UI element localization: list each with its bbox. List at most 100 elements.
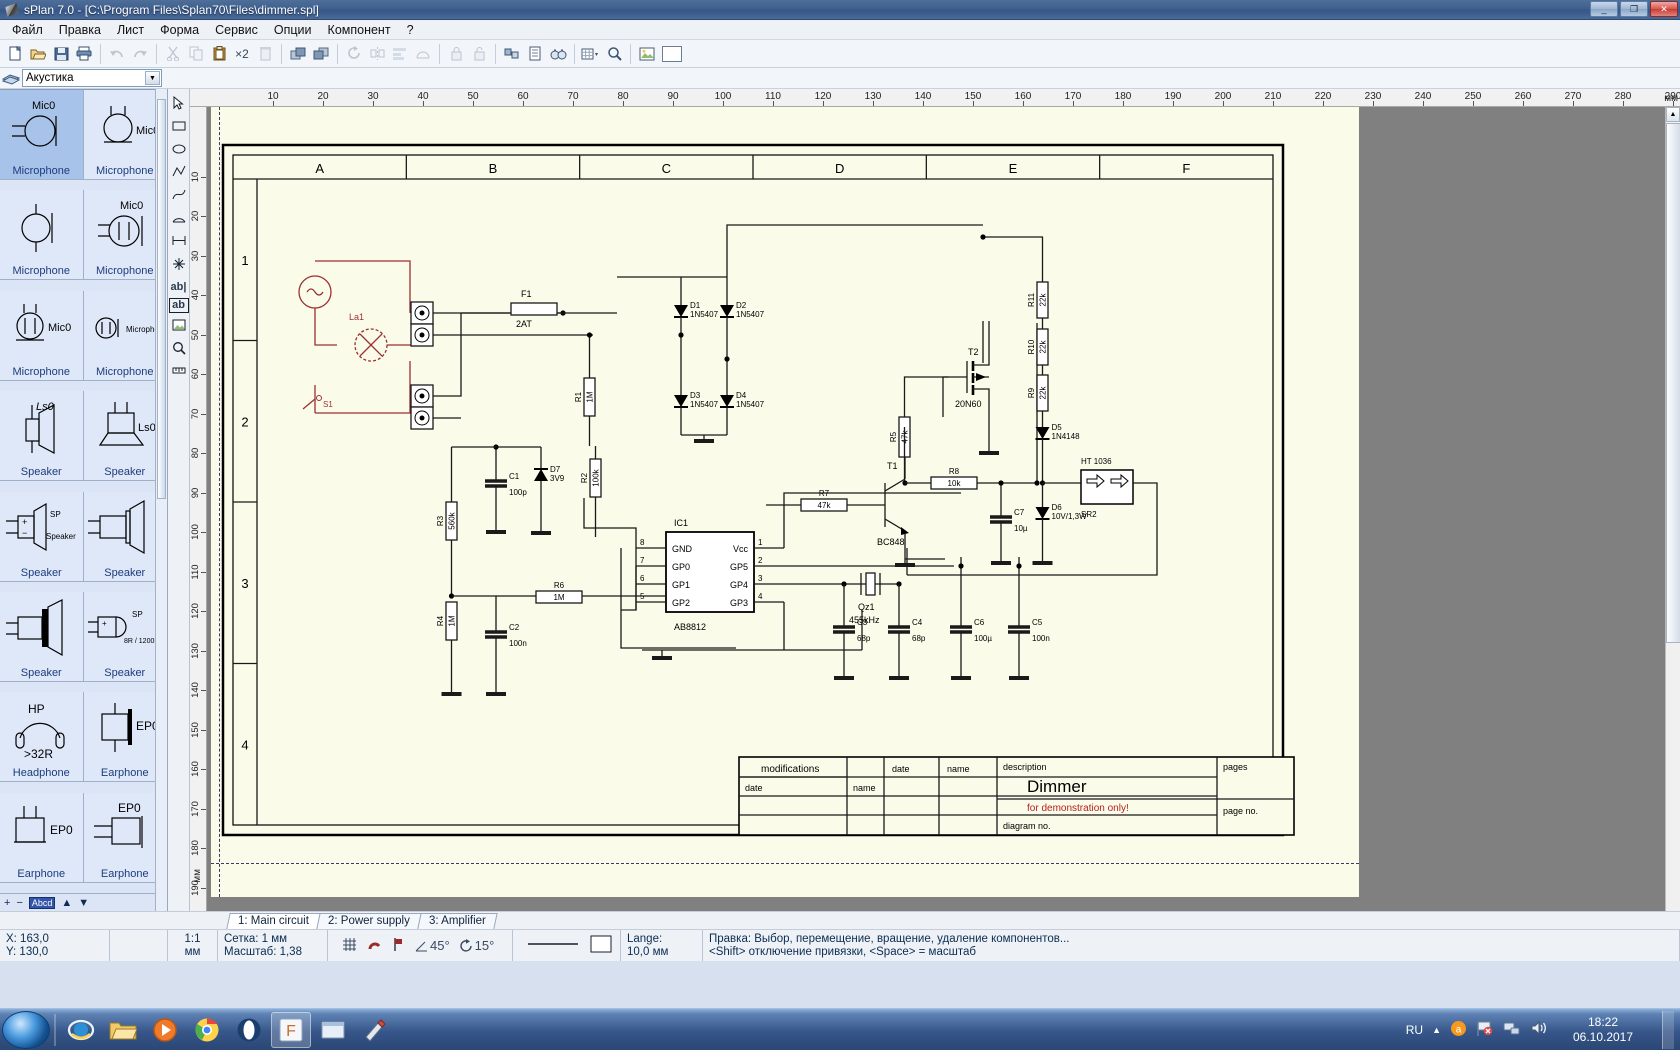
print-icon[interactable] [73, 43, 95, 65]
move-up-button[interactable]: ▲ [61, 897, 72, 909]
menu-item-help[interactable]: ? [399, 21, 422, 39]
file-explorer-icon[interactable] [103, 1012, 143, 1048]
zoom-icon[interactable] [603, 43, 625, 65]
vertical-ruler[interactable]: 10 20 30 40 50 60 70 80 90 100 110 120 130 140 150 160 1… [190, 107, 207, 911]
align-icon[interactable] [389, 43, 411, 65]
language-indicator[interactable]: RU [1406, 1023, 1423, 1037]
bring-front-icon[interactable] [287, 43, 309, 65]
show-hidden-icons-icon[interactable]: ▲ [1432, 1025, 1441, 1035]
cut-icon[interactable] [162, 43, 184, 65]
move-down-button[interactable]: ▼ [78, 897, 89, 909]
arc-tool[interactable] [169, 206, 189, 229]
delete-icon[interactable] [254, 43, 276, 65]
close-button[interactable]: ✕ [1650, 1, 1678, 17]
sheet-tab-1[interactable]: 1: Main circuit [226, 913, 321, 929]
new-file-icon[interactable] [4, 43, 26, 65]
grid-toggle-icon[interactable] [342, 937, 357, 955]
mirror-icon[interactable] [366, 43, 388, 65]
network-icon[interactable] [1503, 1020, 1521, 1039]
library-item[interactable]: Ls0 Speaker [0, 391, 84, 482]
snap-magnet-icon[interactable] [367, 937, 382, 955]
rotate-icon[interactable] [343, 43, 365, 65]
send-back-icon[interactable] [310, 43, 332, 65]
list-icon[interactable] [524, 43, 546, 65]
volume-icon[interactable] [1530, 1020, 1548, 1039]
zoom-tool[interactable] [169, 336, 189, 359]
search-component-icon[interactable] [547, 43, 569, 65]
menu-item-file[interactable]: Файл [4, 21, 51, 39]
menu-item-component[interactable]: Компонент [320, 21, 399, 39]
pin-toggle-icon[interactable] [392, 937, 405, 955]
canvas-scroll-thumb[interactable] [1666, 123, 1680, 643]
menu-item-options[interactable]: Опции [266, 21, 320, 39]
rename-component-button[interactable]: Abcd [28, 896, 56, 909]
library-item[interactable]: SP Speaker + − Speaker [0, 491, 84, 582]
internet-explorer-icon[interactable] [61, 1012, 101, 1048]
menu-item-edit[interactable]: Правка [51, 21, 109, 39]
line-style-icon[interactable] [527, 939, 579, 952]
library-item[interactable]: Mic0 Microphone [0, 90, 84, 180]
textbox-tool[interactable]: ab [168, 298, 189, 313]
library-item[interactable]: Speaker [0, 591, 84, 682]
menu-item-service[interactable]: Сервис [207, 21, 266, 39]
opera-icon[interactable] [229, 1012, 269, 1048]
open-file-icon[interactable] [27, 43, 49, 65]
library-item[interactable]: Microphone [0, 190, 84, 281]
chrome-icon[interactable] [187, 1012, 227, 1048]
lock-icon[interactable] [445, 43, 467, 65]
unlock-icon[interactable] [468, 43, 490, 65]
library-scrollbar[interactable] [155, 89, 167, 911]
image-tool[interactable] [169, 313, 189, 336]
select-tool[interactable] [169, 91, 189, 114]
image-icon[interactable] [636, 43, 658, 65]
menu-item-form[interactable]: Форма [152, 21, 207, 39]
scale-tool[interactable] [169, 359, 189, 382]
menu-item-sheet[interactable]: Лист [109, 21, 152, 39]
duplicate-icon[interactable]: ×2 [231, 43, 253, 65]
sheet-tab-2[interactable]: 2: Power supply [316, 913, 422, 929]
horizontal-ruler[interactable]: 10 20 30 40 50 60 70 80 90 100 110 120 130 140 150 160 1… [190, 89, 1680, 107]
chevron-down-icon[interactable]: ▼ [145, 71, 160, 85]
canvas-vertical-scrollbar[interactable]: ▲ [1665, 107, 1680, 911]
angle-45-toggle[interactable]: 45° [415, 938, 450, 953]
maximize-button[interactable]: ❐ [1620, 1, 1648, 17]
start-button[interactable] [2, 1010, 50, 1049]
copy-icon[interactable] [185, 43, 207, 65]
clock[interactable]: 18:22 06.10.2017 [1557, 1015, 1649, 1045]
paint-icon[interactable] [355, 1012, 395, 1048]
save-file-icon[interactable] [50, 43, 72, 65]
remove-component-button[interactable]: − [16, 897, 22, 909]
rectangle-tool[interactable] [169, 114, 189, 137]
polyline-tool[interactable] [169, 160, 189, 183]
library-item[interactable]: HP >32R Headphone [0, 692, 84, 783]
drawing-canvas[interactable]: A B C D E F 1 2 3 4 La1 S1 F1 2AT D1 1N5407 D2 1N5407 D3 1… [207, 107, 1665, 911]
flip-icon[interactable] [412, 43, 434, 65]
ellipse-tool[interactable] [169, 137, 189, 160]
media-player-icon[interactable] [145, 1012, 185, 1048]
text-tool[interactable]: ab| [169, 275, 189, 298]
schematic-drawing[interactable]: A B C D E F1234La1S1 F12ATD11N5407D21N5407D31… [211, 107, 1359, 897]
group-icon[interactable] [501, 43, 523, 65]
library-scroll-thumb[interactable] [157, 99, 166, 499]
add-component-button[interactable]: + [4, 897, 10, 909]
dimension-tool[interactable] [169, 229, 189, 252]
library-selector[interactable]: Акустика ▼ [22, 69, 162, 87]
window-icon[interactable] [313, 1012, 353, 1048]
minimize-button[interactable]: _ [1590, 1, 1618, 17]
sheet-tab-3[interactable]: 3: Amplifier [417, 913, 498, 929]
scroll-up-button[interactable]: ▲ [1666, 107, 1680, 122]
redo-icon[interactable] [129, 43, 151, 65]
grid-dropdown-icon[interactable] [580, 43, 602, 65]
fill-style-icon[interactable] [589, 934, 613, 957]
library-item[interactable]: Mic0 Microphone [0, 290, 84, 381]
splan-icon[interactable]: F [271, 1011, 311, 1048]
angle-15-toggle[interactable]: 15° [459, 938, 494, 953]
color-swatch-icon[interactable] [659, 43, 685, 65]
library-item[interactable]: EP0 Earphone [0, 792, 84, 883]
bezier-tool[interactable] [169, 183, 189, 206]
paste-icon[interactable] [208, 43, 230, 65]
show-desktop-button[interactable] [1662, 1010, 1674, 1049]
drawing-sheet[interactable]: A B C D E F 1 2 3 4 La1 S1 F1 2AT D1 1N5407 D2 1N5407 D3 1… [211, 107, 1359, 897]
antivirus-icon[interactable]: a [1450, 1020, 1467, 1040]
undo-icon[interactable] [106, 43, 128, 65]
